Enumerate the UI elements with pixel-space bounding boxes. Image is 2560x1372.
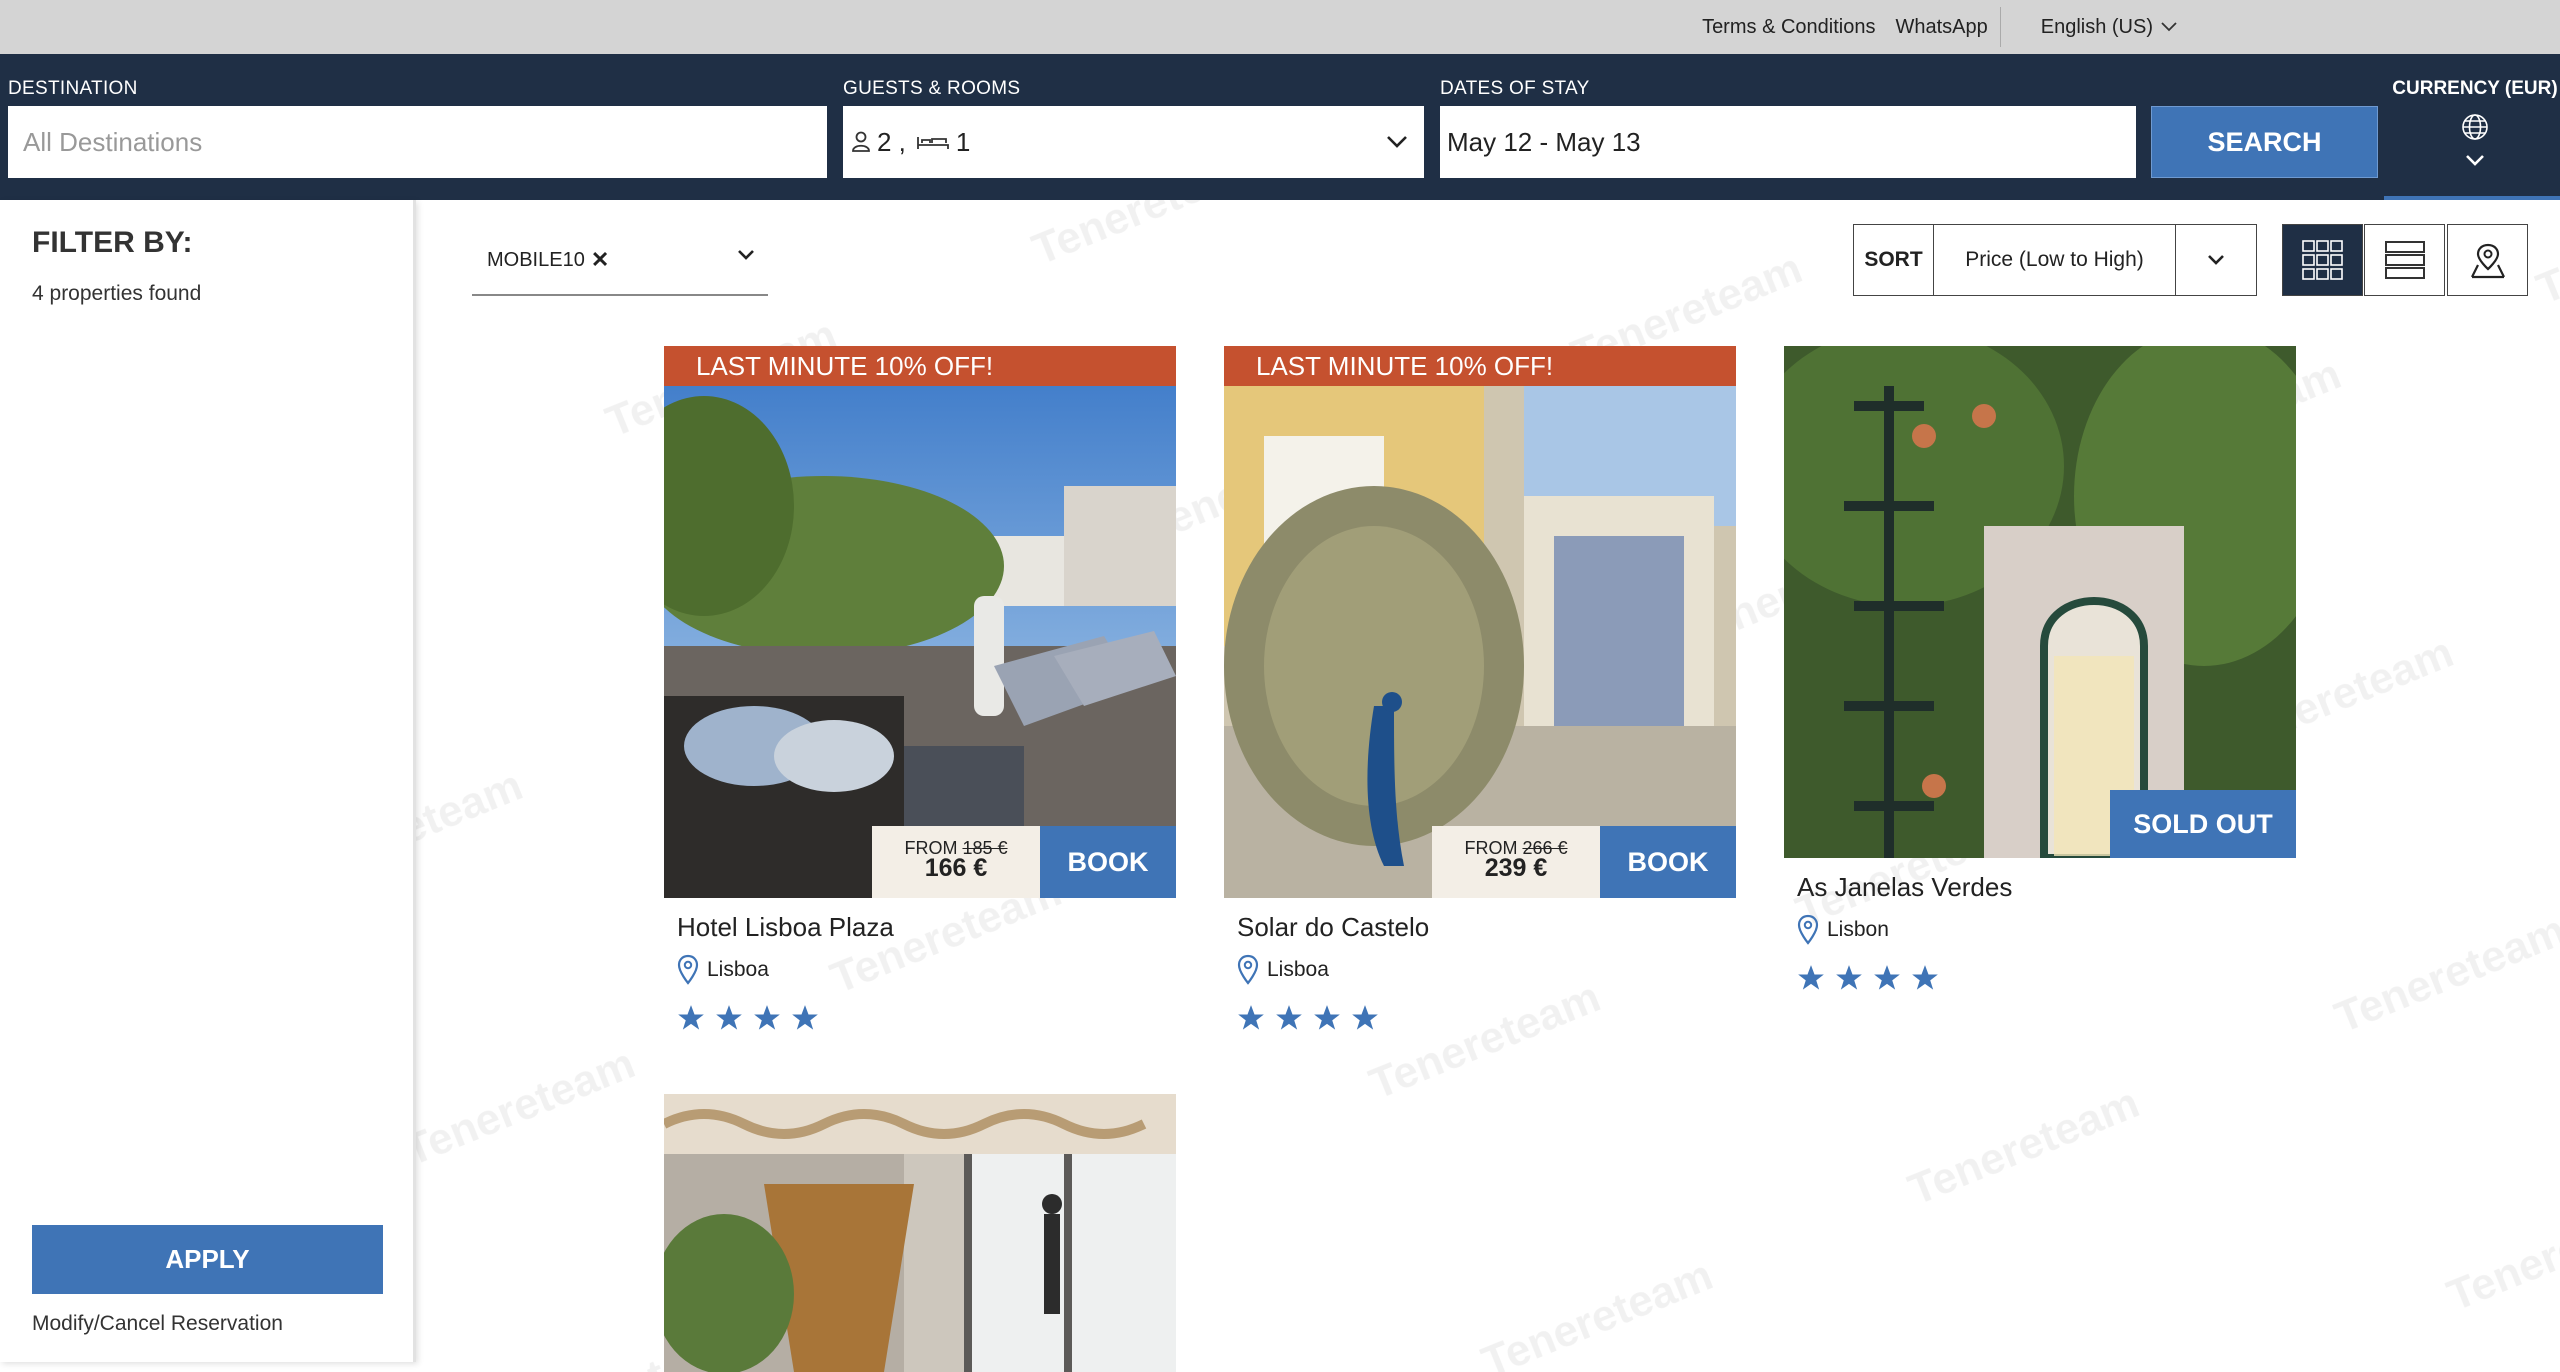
hotel-name[interactable]: Hotel Lisboa Plaza	[677, 912, 894, 943]
star-icon	[1238, 1005, 1264, 1030]
star-rating	[677, 1004, 829, 1032]
remove-promo-icon[interactable]: ✕	[591, 247, 609, 273]
map-pin-icon	[1797, 914, 1819, 945]
chevron-down-icon	[2208, 255, 2224, 265]
person-icon	[852, 131, 870, 152]
hotel-card[interactable]	[664, 1094, 1176, 1372]
price-box: FROM 185 € 166 €	[872, 826, 1040, 898]
location-text: Lisboa	[707, 958, 769, 981]
filter-title: FILTER BY:	[32, 226, 193, 259]
guests-rooms-label: GUESTS & ROOMS	[843, 78, 1021, 99]
chevron-down-icon	[2466, 155, 2484, 166]
new-price: 166 €	[924, 854, 988, 882]
currency-label: CURRENCY (EUR)	[2392, 78, 2558, 99]
promo-ribbon: LAST MINUTE 10% OFF!	[1224, 346, 1736, 386]
grid-icon	[2301, 240, 2343, 280]
hotel-location: Lisboa	[677, 954, 769, 986]
whatsapp-link[interactable]: WhatsApp	[1895, 16, 1987, 39]
star-icon	[716, 1005, 742, 1030]
currency-selector[interactable]: CURRENCY (EUR)	[2390, 78, 2560, 172]
dates-label: DATES OF STAY	[1440, 78, 1590, 99]
sold-out-badge: SOLD OUT	[2110, 790, 2296, 858]
sort-value: Price (Low to High)	[1934, 225, 2176, 295]
star-icon	[1314, 1005, 1340, 1030]
hotel-name[interactable]: Solar do Castelo	[1237, 912, 1429, 943]
price-box: FROM 266 € 239 €	[1432, 826, 1600, 898]
star-rating	[1237, 1004, 1389, 1032]
sort-select[interactable]: SORT Price (Low to High)	[1853, 224, 2257, 296]
hotel-photo[interactable]	[1224, 346, 1736, 898]
rooms-count: 1	[955, 126, 971, 157]
search-bar: DESTINATION All Destinations GUESTS & RO…	[0, 54, 2560, 200]
bed-icon	[917, 137, 949, 149]
filter-sidebar: FILTER BY: 4 properties found APPLY Modi…	[0, 200, 416, 1362]
star-rating	[1797, 964, 1949, 992]
ivy-facade-photo	[1784, 346, 2296, 858]
chevron-down-icon	[2161, 22, 2177, 32]
terrace-photo	[664, 346, 1176, 898]
dates-input[interactable]: May 12 - May 13	[1440, 106, 2136, 178]
language-selector[interactable]: English (US)	[2021, 16, 2177, 39]
map-pin-icon	[1237, 954, 1259, 985]
star-icon	[1912, 965, 1938, 990]
grid-view-button[interactable]	[2282, 224, 2363, 296]
courtyard-photo	[1224, 346, 1736, 898]
chevron-down-icon	[738, 250, 754, 260]
star-icon	[678, 1005, 704, 1030]
new-price: 239 €	[1484, 854, 1548, 882]
sort-label: SORT	[1854, 225, 1934, 295]
globe-icon	[2462, 114, 2488, 140]
list-icon	[2384, 241, 2425, 279]
star-icon	[1836, 965, 1862, 990]
destination-label: DESTINATION	[8, 78, 138, 99]
star-icon	[792, 1005, 818, 1030]
chevron-down-icon	[1387, 136, 1407, 148]
promo-code-value: MOBILE10	[487, 248, 585, 271]
lobby-photo	[664, 1094, 1176, 1372]
language-label: English (US)	[2040, 15, 2153, 38]
map-pin-icon	[2470, 243, 2505, 279]
search-button[interactable]: SEARCH	[2151, 106, 2378, 178]
star-icon	[1874, 965, 1900, 990]
divider	[1999, 7, 2001, 47]
promo-ribbon: LAST MINUTE 10% OFF!	[664, 346, 1176, 386]
star-icon	[1276, 1005, 1302, 1030]
star-icon	[1798, 965, 1824, 990]
hotel-photo[interactable]	[1784, 346, 2296, 858]
location-text: Lisbon	[1827, 918, 1889, 941]
promo-code-filter[interactable]: MOBILE10 ✕	[472, 226, 768, 296]
properties-found-count: 4 properties found	[32, 282, 202, 305]
dates-value: May 12 - May 13	[1447, 126, 1641, 157]
guests-count: 2 ,	[877, 126, 906, 157]
map-view-button[interactable]	[2447, 224, 2528, 296]
book-button[interactable]: BOOK	[1600, 826, 1736, 898]
modify-cancel-link[interactable]: Modify/Cancel Reservation	[32, 1312, 283, 1336]
star-icon	[1352, 1005, 1378, 1030]
destination-input[interactable]: All Destinations	[8, 106, 827, 178]
terms-link[interactable]: Terms & Conditions	[1702, 16, 1875, 39]
currency-underline	[2384, 196, 2560, 200]
list-view-button[interactable]	[2364, 224, 2445, 296]
hotel-photo[interactable]	[664, 1094, 1176, 1372]
utility-links: Terms & Conditions WhatsApp English (US)	[1682, 0, 2177, 54]
location-text: Lisboa	[1267, 958, 1329, 981]
top-utility-bar: Terms & Conditions WhatsApp English (US)	[0, 0, 2560, 54]
book-button[interactable]: BOOK	[1040, 826, 1176, 898]
apply-button[interactable]: APPLY	[32, 1225, 383, 1294]
hotel-location: Lisboa	[1237, 954, 1329, 986]
hotel-location: Lisbon	[1797, 914, 1889, 946]
hotel-name[interactable]: As Janelas Verdes	[1797, 872, 2012, 903]
guests-rooms-select[interactable]: 2 , 1	[843, 106, 1424, 178]
destination-placeholder: All Destinations	[23, 126, 203, 157]
star-icon	[754, 1005, 780, 1030]
hotel-photo[interactable]	[664, 346, 1176, 898]
map-pin-icon	[677, 954, 699, 985]
